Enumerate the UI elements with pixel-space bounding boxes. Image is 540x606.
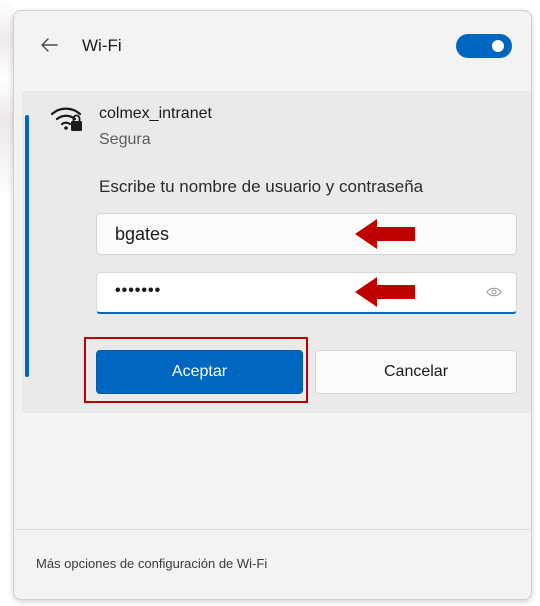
accept-button[interactable]: Aceptar (96, 350, 303, 394)
reveal-password-icon[interactable] (486, 285, 502, 299)
footer-divider (14, 529, 531, 530)
annotation-arrow-icon (355, 277, 415, 307)
selection-accent-bar (25, 115, 29, 377)
password-field[interactable]: ••••••• (96, 272, 517, 314)
background-edge (0, 0, 14, 200)
password-value: ••••••• (115, 282, 162, 299)
annotation-arrow-icon (355, 219, 415, 249)
cancel-button[interactable]: Cancelar (315, 350, 517, 394)
network-name: colmex_intranet (99, 105, 212, 122)
network-card: colmex_intranet Segura Escribe tu nombre… (22, 91, 531, 413)
network-security-status: Segura (99, 131, 151, 148)
wifi-secure-icon (50, 107, 82, 131)
wifi-flyout: Wi-Fi colmex_intranet Segura Escribe tu … (13, 10, 532, 600)
more-wifi-settings-link[interactable]: Más opciones de configuración de Wi-Fi (36, 556, 267, 571)
page-title: Wi-Fi (82, 36, 122, 55)
credentials-prompt: Escribe tu nombre de usuario y contraseñ… (99, 177, 424, 196)
toggle-knob (492, 40, 504, 52)
username-value: bgates (115, 224, 170, 244)
username-field[interactable]: bgates (96, 213, 517, 255)
flyout-header: Wi-Fi (14, 11, 531, 83)
wifi-toggle[interactable] (456, 34, 512, 58)
back-arrow-icon[interactable] (40, 37, 58, 53)
